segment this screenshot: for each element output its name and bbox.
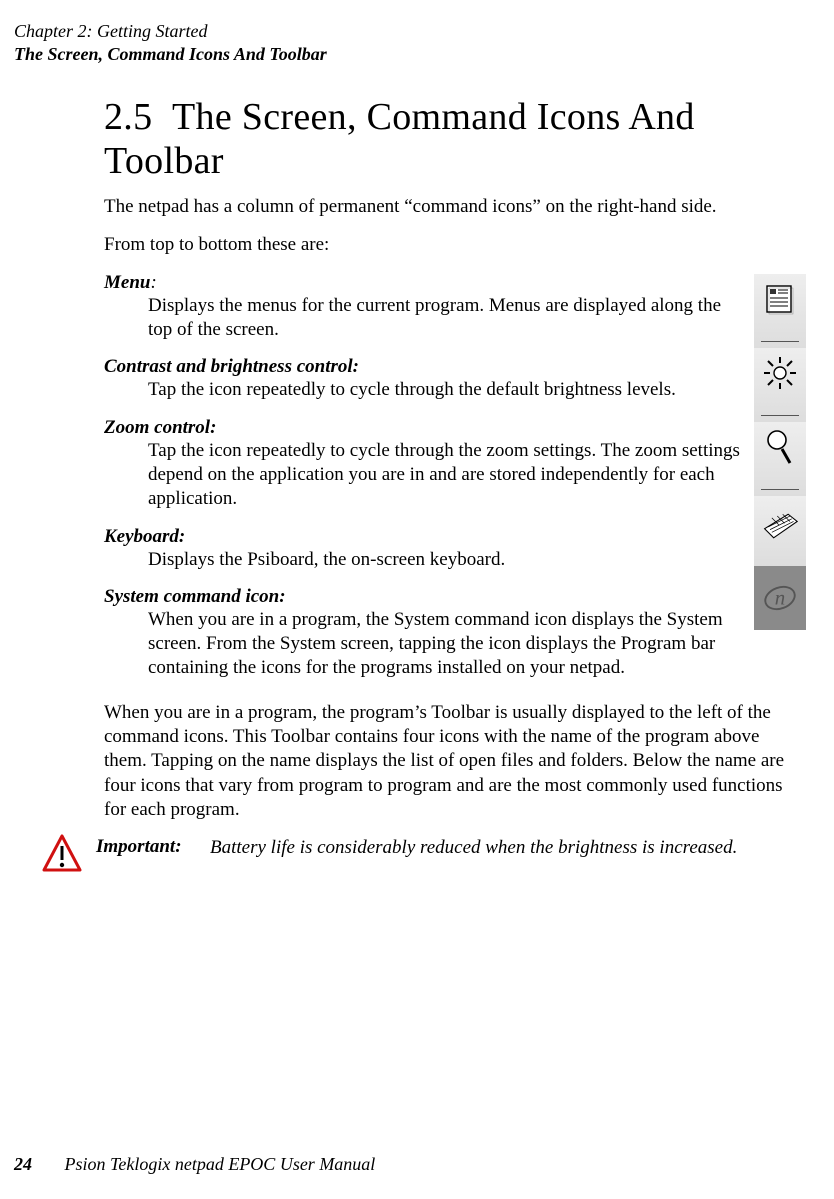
definition-list: Menu: Displays the menus for the current… [104,272,744,681]
brightness-icon [761,354,799,392]
separator [761,415,799,416]
desc-contrast: Tap the icon repeatedly to cycle through… [148,378,744,402]
command-icon-cell-brightness [754,348,806,422]
tail-paragraph: When you are in a program, the program’s… [104,701,806,823]
running-header: Chapter 2: Getting Started The Screen, C… [14,20,806,65]
desc-system: When you are in a program, the System co… [148,608,744,681]
term-zoom: Zoom control: [104,417,744,439]
important-note: Important: Battery life is considerably … [104,836,806,876]
command-icon-cell-zoom [754,422,806,496]
command-icons-column: n [754,274,806,630]
warning-icon [42,834,82,874]
section-heading: 2.5 The Screen, Command Icons And Toolba… [104,95,806,183]
menu-icon [761,280,799,318]
term-keyboard: Keyboard: [104,526,744,548]
important-body: Battery life is considerably reduced whe… [210,836,737,860]
term-system: System command icon: [104,586,744,608]
manual-title: Psion Teklogix netpad EPOC User Manual [65,1154,376,1174]
separator [761,341,799,342]
desc-keyboard: Displays the Psiboard, the on-screen key… [148,548,744,572]
command-icon-cell-menu [754,274,806,348]
command-icon-cell-system: n [754,566,806,630]
intro-paragraph-1: The netpad has a column of permanent “co… [104,195,806,219]
section-name: The Screen, Command Icons And Toolbar [14,43,806,66]
chapter-name: Chapter 2: Getting Started [14,20,806,43]
magnifier-icon [761,428,799,466]
intro-paragraph-2: From top to bottom these are: [104,233,806,257]
desc-zoom: Tap the icon repeatedly to cycle through… [148,439,744,512]
separator [761,489,799,490]
svg-text:n: n [775,585,785,609]
command-icon-cell-keyboard [754,496,806,566]
system-icon: n [761,579,799,617]
page-footer: 24 Psion Teklogix netpad EPOC User Manua… [14,1154,375,1175]
important-label: Important: [96,836,196,858]
keyboard-icon [761,502,799,550]
term-contrast: Contrast and brightness control: [104,356,744,378]
section-number: 2.5 [104,96,152,138]
page-number: 24 [14,1154,60,1175]
section-title-text: The Screen, Command Icons And Toolbar [104,96,695,182]
term-menu: Menu: [104,272,744,294]
desc-menu: Displays the menus for the current progr… [148,294,744,343]
